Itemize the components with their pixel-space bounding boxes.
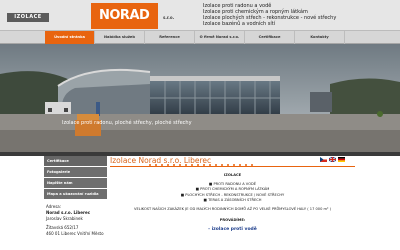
nav-item-references[interactable]: Reference (145, 31, 195, 44)
nav-item-certification[interactable]: Certifikace (245, 31, 295, 44)
flag-gb-icon[interactable] (329, 157, 336, 162)
norad-logo[interactable]: NORAD (91, 3, 158, 29)
company-suffix: s.r.o. (163, 15, 175, 20)
tagline-line: Izolace bazénů a vodních sítí (203, 21, 276, 27)
language-flags (320, 157, 345, 162)
sidebar: Certifikace Fotogalerie Napište nám Mapa… (44, 156, 107, 250)
flag-de-icon[interactable] (338, 157, 345, 162)
content-body: IZOLACE ■ PROTI RADONU A VODĚ ■ PROTI CH… (110, 173, 355, 232)
nav-item-services[interactable]: Nabídka služeb (95, 31, 145, 44)
sidebar-item-map[interactable]: Mapa a ukazování ruzidla (44, 189, 107, 200)
page-title: Izolace Norad s.r.o. Liberec (110, 156, 212, 165)
sidebar-item-certification[interactable]: Certifikace (44, 156, 107, 167)
header: IZOLACE NORAD s.r.o. Izolace proti radon… (0, 0, 400, 30)
tagline: Izolace proti radonu a vodě Izolace prot… (203, 3, 398, 27)
size-note: VELIKOST NAŠICH ZAKÁZEK JE OD MALÝCH ROD… (134, 206, 331, 211)
title-underline (110, 166, 355, 167)
hero-image (0, 44, 400, 152)
nav-item-contacts[interactable]: Kontakty (295, 31, 345, 44)
logo-text: NORAD (99, 8, 150, 23)
main-content: Izolace Norad s.r.o. Liberec IZOLACE ■ P… (110, 156, 355, 250)
sidebar-item-write-us[interactable]: Napište nám (44, 178, 107, 189)
flag-cz-icon[interactable] (320, 157, 327, 162)
hero-banner: Izolace proti radonu, ploché střechy, pl… (0, 44, 400, 152)
hero-caption: Izolace proti radonu, ploché střechy, pl… (62, 120, 192, 126)
contact-city: 460 01 Liberec Vnitřní Město (46, 231, 104, 236)
nav-item-about[interactable]: O firmě Norad s.r.o. (195, 31, 245, 44)
sidebar-item-gallery[interactable]: Fotogalerie (44, 167, 107, 178)
contact-block: Adresa: Norad s.r.o. Liberec Jaroslav Sk… (44, 200, 107, 237)
offer-item: - izolace proti vodě (208, 226, 257, 232)
nav-item-home[interactable]: Úvodní stránka (45, 31, 95, 44)
main-nav: Úvodní stránka Nabídka služeb Reference … (0, 30, 400, 44)
brand-label: IZOLACE (7, 13, 49, 22)
